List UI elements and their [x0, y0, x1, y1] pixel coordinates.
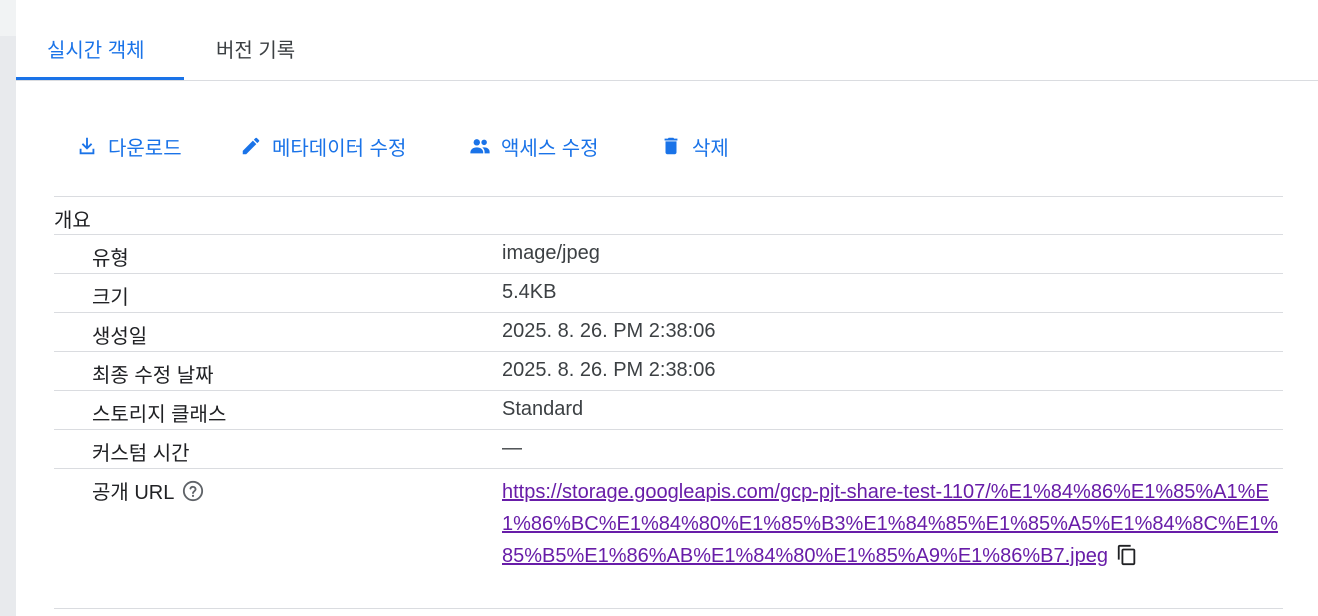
copy-icon[interactable] — [1116, 544, 1138, 566]
row-value-modified: 2025. 8. 26. PM 2:38:06 — [502, 359, 716, 381]
table-row: 스토리지 클래스 Standard — [54, 390, 1283, 429]
row-label-type: 유형 — [92, 248, 129, 270]
download-icon — [79, 137, 95, 155]
delete-label: 삭제 — [692, 137, 729, 160]
download-label: 다운로드 — [108, 137, 182, 160]
active-tab-indicator — [16, 77, 184, 80]
table-row: 최종 수정 날짜 2025. 8. 26. PM 2:38:06 — [54, 351, 1283, 390]
download-button[interactable]: 다운로드 — [76, 130, 182, 162]
left-strip-shade — [0, 0, 16, 36]
tab-bar: 실시간 객체 버전 기록 — [16, 0, 1318, 81]
row-label-created: 생성일 — [92, 326, 148, 348]
section-title: 개요 — [54, 210, 91, 232]
row-label-public-url: 공개 URL — [92, 482, 175, 504]
tab-version-history[interactable]: 버전 기록 — [216, 36, 295, 66]
tab-live-object[interactable]: 실시간 객체 — [47, 36, 145, 66]
row-value-storage-class: Standard — [502, 398, 584, 420]
table-row: 유형 image/jpeg — [54, 234, 1283, 273]
overview-section-header: 개요 — [54, 196, 1283, 234]
public-url-container: https://storage.googleapis.com/gcp-pjt-s… — [502, 476, 1282, 572]
edit-access-button[interactable]: 액세스 수정 — [469, 130, 599, 162]
row-label-storage-class: 스토리지 클래스 — [92, 404, 227, 426]
overview-table: 개요 유형 image/jpeg 크기 5.4KB 생성일 2025. 8. 2… — [54, 196, 1283, 609]
public-url-link[interactable]: https://storage.googleapis.com/gcp-pjt-s… — [502, 481, 1278, 567]
row-label-custom-time: 커스텀 시간 — [92, 443, 190, 465]
delete-button[interactable]: 삭제 — [660, 130, 729, 162]
trash-icon — [664, 137, 678, 155]
pencil-icon — [242, 137, 260, 155]
row-label-modified: 최종 수정 날짜 — [92, 365, 214, 387]
table-row: 커스텀 시간 — — [54, 429, 1283, 468]
row-value-created: 2025. 8. 26. PM 2:38:06 — [502, 320, 716, 342]
edit-access-label: 액세스 수정 — [501, 137, 599, 160]
help-icon[interactable] — [182, 480, 204, 502]
left-strip — [0, 0, 16, 616]
people-icon — [470, 139, 490, 154]
row-label-size: 크기 — [92, 287, 129, 309]
object-details-panel: 실시간 객체 버전 기록 다운로드 메타데이터 수정 액세스 수정 삭제 개요 … — [16, 0, 1318, 616]
row-value-size: 5.4KB — [502, 281, 557, 303]
row-label-public-url-wrap: 공개 URL — [92, 476, 204, 505]
row-value-custom-time: — — [502, 437, 522, 459]
table-row: 크기 5.4KB — [54, 273, 1283, 312]
table-row-public-url: 공개 URL https://storage.googleapis.com/gc… — [54, 468, 1283, 609]
edit-metadata-button[interactable]: 메타데이터 수정 — [240, 130, 406, 162]
row-value-type: image/jpeg — [502, 242, 600, 264]
edit-metadata-label: 메타데이터 수정 — [272, 137, 407, 160]
table-row: 생성일 2025. 8. 26. PM 2:38:06 — [54, 312, 1283, 351]
action-toolbar: 다운로드 메타데이터 수정 액세스 수정 삭제 — [16, 124, 1318, 168]
